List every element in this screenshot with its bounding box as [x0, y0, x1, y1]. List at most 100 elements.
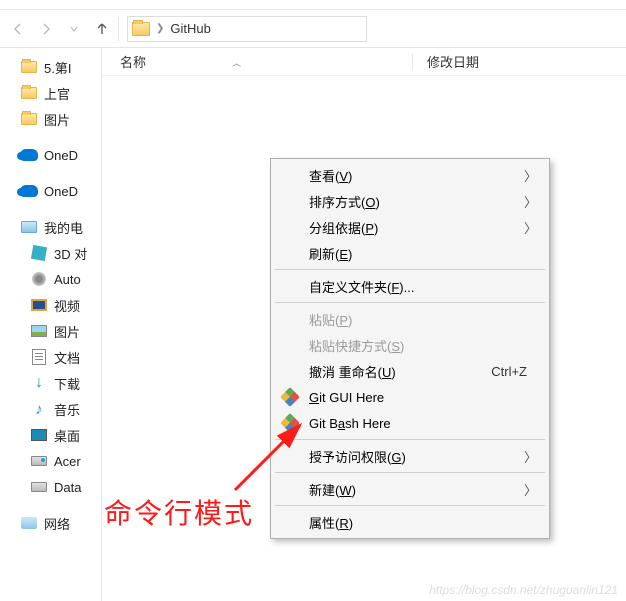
- menu-divider: [275, 505, 545, 506]
- menu-item[interactable]: 自定义文件夹(F)...: [273, 273, 547, 299]
- tree-item-label: Data: [54, 480, 81, 495]
- tree-item[interactable]: 文档: [0, 344, 101, 370]
- acer-icon: [30, 453, 48, 469]
- nav-tree: 5.第I上官图片OneDOneD我的电3D 对Auto视频图片文档↓下载♪音乐桌…: [0, 48, 102, 601]
- tree-item[interactable]: 桌面: [0, 422, 101, 448]
- tree-item[interactable]: OneD: [0, 178, 101, 204]
- menu-item[interactable]: 查看(V) 〉: [273, 162, 547, 188]
- tree-item-label: Acer: [54, 454, 81, 469]
- submenu-arrow-icon: 〉: [524, 480, 537, 499]
- back-button[interactable]: [4, 15, 32, 43]
- menu-item[interactable]: 分组依据(P) 〉: [273, 214, 547, 240]
- context-menu: 查看(V)〉排序方式(O)〉分组依据(P)〉刷新(E)自定义文件夹(F)...粘…: [270, 158, 550, 539]
- tree-item[interactable]: 图片: [0, 106, 101, 132]
- forward-button[interactable]: [32, 15, 60, 43]
- menu-item-label: 查看(V): [309, 166, 352, 185]
- tree-item[interactable]: Auto: [0, 266, 101, 292]
- folder-icon: [132, 22, 150, 36]
- tree-item[interactable]: ↓下载: [0, 370, 101, 396]
- dl-icon: ↓: [30, 375, 48, 391]
- pic-icon: [30, 323, 48, 339]
- recent-dropdown[interactable]: [60, 15, 88, 43]
- menu-item-label: 撤消 重命名(U): [309, 362, 396, 381]
- menu-item[interactable]: 授予访问权限(G)〉: [273, 443, 547, 469]
- tree-item-label: 图片: [54, 322, 80, 341]
- tree-item[interactable]: 3D 对: [0, 240, 101, 266]
- menu-item[interactable]: 刷新(E): [273, 240, 547, 266]
- menu-item-label: 分组依据(P): [309, 218, 378, 237]
- column-name-label: 名称: [120, 55, 146, 70]
- menu-item[interactable]: 撤消 重命名(U) Ctrl+Z: [273, 358, 547, 384]
- menu-item[interactable]: Git GUI Here: [273, 384, 547, 410]
- menu-item[interactable]: 新建(W) 〉: [273, 476, 547, 502]
- 3d-icon: [30, 245, 48, 261]
- desk-icon: [30, 427, 48, 443]
- submenu-arrow-icon: 〉: [524, 192, 537, 211]
- tree-item[interactable]: 上官: [0, 80, 101, 106]
- tree-item[interactable]: 网络: [0, 510, 101, 536]
- video-icon: [30, 297, 48, 313]
- menu-divider: [275, 269, 545, 270]
- folder-icon: [20, 85, 38, 101]
- folder-icon: [20, 111, 38, 127]
- tree-item-label: 上官: [44, 84, 70, 103]
- tree-item[interactable]: OneD: [0, 142, 101, 168]
- tree-item[interactable]: 我的电: [0, 214, 101, 240]
- tree-item[interactable]: 图片: [0, 318, 101, 344]
- nav-separator: [118, 17, 119, 41]
- onedrive-icon: [20, 183, 38, 199]
- tree-item-label: 网络: [44, 514, 70, 533]
- net-icon: [20, 515, 38, 531]
- address-bar[interactable]: ❯ GitHub: [127, 16, 367, 42]
- tree-item-label: 我的电: [44, 218, 83, 237]
- menu-item-label: Git Bash Here: [309, 416, 391, 431]
- menu-item-label: 排序方式(O): [309, 192, 380, 211]
- tree-item[interactable]: Data: [0, 474, 101, 500]
- folder-icon: [20, 59, 38, 75]
- tree-item[interactable]: Acer: [0, 448, 101, 474]
- tree-item-label: 桌面: [54, 426, 80, 445]
- tree-item-label: OneD: [44, 148, 78, 163]
- menu-item-label: 刷新(E): [309, 244, 352, 263]
- menu-item-label: 粘贴快捷方式(S): [309, 336, 404, 355]
- menu-item-label: Git GUI Here: [309, 390, 384, 405]
- submenu-arrow-icon: 〉: [524, 166, 537, 185]
- column-name[interactable]: 名称 ︿: [102, 52, 412, 71]
- column-headers: 名称 ︿ 修改日期: [102, 48, 626, 76]
- breadcrumb-folder[interactable]: GitHub: [170, 21, 210, 36]
- tree-item-label: 5.第I: [44, 58, 71, 77]
- onedrive-icon: [20, 147, 38, 163]
- sort-indicator-icon: ︿: [232, 56, 241, 69]
- submenu-arrow-icon: 〉: [524, 447, 537, 466]
- tree-item-label: OneD: [44, 184, 78, 199]
- submenu-arrow-icon: 〉: [524, 218, 537, 237]
- tree-item-label: 视频: [54, 296, 80, 315]
- menu-shortcut: Ctrl+Z: [491, 364, 527, 379]
- pc-icon: [20, 219, 38, 235]
- tab-strip: [0, 0, 626, 10]
- menu-item[interactable]: 排序方式(O) 〉: [273, 188, 547, 214]
- auto-icon: [30, 271, 48, 287]
- menu-item[interactable]: 属性(R): [273, 509, 547, 535]
- up-button[interactable]: [88, 15, 116, 43]
- tree-item[interactable]: 5.第I: [0, 54, 101, 80]
- tree-item[interactable]: ♪音乐: [0, 396, 101, 422]
- menu-divider: [275, 302, 545, 303]
- menu-item[interactable]: Git Bash Here: [273, 410, 547, 436]
- menu-divider: [275, 472, 545, 473]
- column-date[interactable]: 修改日期: [413, 52, 479, 71]
- git-icon: [281, 414, 299, 432]
- nav-bar: ❯ GitHub: [0, 10, 626, 48]
- tree-item-label: 音乐: [54, 400, 80, 419]
- menu-item-label: 新建(W): [309, 480, 356, 499]
- tree-item-label: Auto: [54, 272, 81, 287]
- menu-item-label: 自定义文件夹(F)...: [309, 277, 414, 296]
- tree-item[interactable]: 视频: [0, 292, 101, 318]
- doc-icon: [30, 349, 48, 365]
- menu-item-label: 属性(R): [309, 513, 353, 532]
- git-icon: [281, 388, 299, 406]
- menu-item: 粘贴快捷方式(S): [273, 332, 547, 358]
- menu-divider: [275, 439, 545, 440]
- menu-item: 粘贴(P): [273, 306, 547, 332]
- column-date-label: 修改日期: [427, 55, 479, 70]
